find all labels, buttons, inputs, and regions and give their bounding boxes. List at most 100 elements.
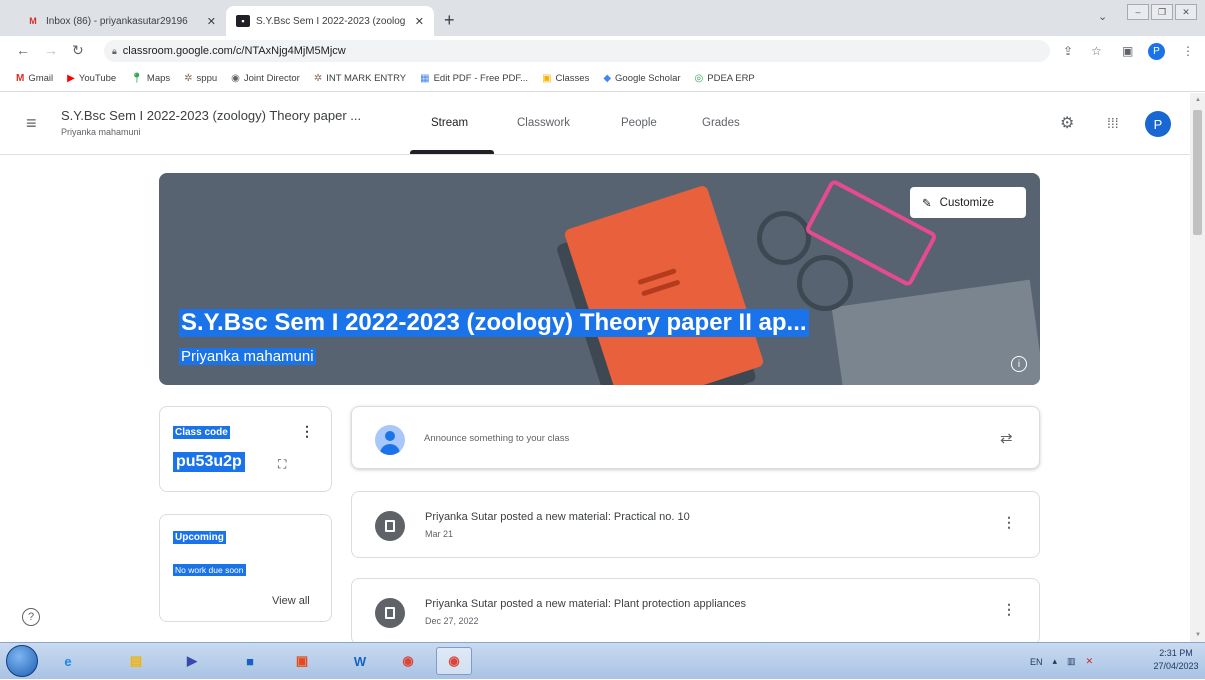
bookmark-joint-director[interactable]: ◉ Joint Director xyxy=(231,73,300,84)
volume-muted-icon[interactable]: ✕ xyxy=(1086,656,1094,667)
chrome-active-icon[interactable]: ◉ xyxy=(436,647,472,675)
scroll-down-arrow-icon[interactable]: ▼ xyxy=(1195,632,1201,638)
apps-grid-icon[interactable]: ⁞⁞⁞ xyxy=(1107,115,1119,131)
chrome-icon[interactable]: ◉ xyxy=(390,647,426,675)
erp-icon: ◎ xyxy=(694,73,704,84)
bookmark-edit-pdf[interactable]: ▦ Edit PDF - Free PDF... xyxy=(420,73,528,84)
browser-profile-avatar[interactable]: P xyxy=(1148,43,1165,60)
minimize-icon[interactable]: – xyxy=(1127,4,1149,20)
help-icon[interactable]: ? xyxy=(22,608,40,626)
material-icon xyxy=(375,511,405,541)
tab-grades[interactable]: Grades xyxy=(702,117,740,129)
more-options-icon[interactable]: ⋮ xyxy=(1002,514,1016,531)
announce-box[interactable]: Announce something to your class ⇄ xyxy=(351,406,1040,469)
bookmark-sppu[interactable]: ✲ sppu xyxy=(184,73,217,84)
view-all-link[interactable]: View all xyxy=(272,595,310,607)
scrollbar-thumb[interactable] xyxy=(1193,110,1202,235)
tab-stream[interactable]: Stream xyxy=(431,117,468,129)
tab-classwork[interactable]: Classwork xyxy=(517,117,570,129)
bookmark-classes[interactable]: ▣ Classes xyxy=(542,73,589,84)
media-player-icon[interactable]: ▶ xyxy=(174,647,210,675)
bookmarks-bar: M Gmail ▶ YouTube 📍︎ Maps ✲ sppu ◉ Joint Dire… xyxy=(0,66,1205,92)
word-icon[interactable]: W xyxy=(342,647,378,675)
bookmark-google-scholar[interactable]: ◆ Google Scholar xyxy=(603,73,680,84)
address-bar[interactable]: 🔒︎ classroom.google.com/c/NTAxNjg4MjM5Mj… xyxy=(104,40,1050,62)
bookmark-pdea-erp[interactable]: ◎ PDEA ERP xyxy=(695,73,755,84)
class-code-value: pu53u2p xyxy=(173,452,245,472)
class-info-icon[interactable]: i xyxy=(1011,356,1027,372)
back-icon[interactable]: ← xyxy=(16,42,30,58)
lock-icon: 🔒︎ xyxy=(112,45,117,56)
close-window-icon[interactable]: ✕ xyxy=(1175,4,1197,20)
file-explorer-icon[interactable]: ▤ xyxy=(118,647,154,675)
network-icon[interactable]: ▥ xyxy=(1067,656,1076,667)
stream-post[interactable]: Priyanka Sutar posted a new material: Pr… xyxy=(351,491,1040,558)
zoom-icon[interactable]: ■ xyxy=(232,647,268,675)
repost-icon[interactable]: ⇄ xyxy=(1000,429,1013,447)
url-text: classroom.google.com/c/NTAxNjg4MjM5Mjcw xyxy=(122,45,346,57)
windows-taskbar: e ▤ ▶ ■ ▣ W ◉ ◉ EN ▴ ▥ ✕ 2:31 PM 27/04/2… xyxy=(0,642,1205,679)
tab-people[interactable]: People xyxy=(621,117,657,129)
window-controls: – ❐ ✕ xyxy=(1127,4,1197,20)
class-code-label: Class code xyxy=(173,426,230,439)
tab-gmail[interactable]: M Inbox (86) - priyankasutar29196 ✕ xyxy=(16,6,226,36)
banner-newspaper-illustration xyxy=(831,279,1040,385)
upcoming-card: Upcoming No work due soon View all xyxy=(159,514,332,622)
browser-tabstrip: M Inbox (86) - priyankasutar29196 ✕ ▪ S.… xyxy=(0,0,1205,36)
tab-search-icon[interactable]: ⌄ xyxy=(1098,10,1107,23)
start-button[interactable] xyxy=(6,645,38,677)
scholar-icon: ◆ xyxy=(603,73,612,84)
scroll-up-arrow-icon[interactable]: ▲ xyxy=(1195,97,1201,103)
bookmark-youtube[interactable]: ▶ YouTube xyxy=(67,73,116,84)
side-panel-icon[interactable]: ▣ xyxy=(1122,44,1133,58)
pencil-icon: ✎ xyxy=(922,197,932,210)
fullscreen-icon[interactable]: ⛶ xyxy=(278,457,286,472)
system-clock[interactable]: 2:31 PM 27/04/2023 xyxy=(1150,647,1202,673)
clock-date: 27/04/2023 xyxy=(1153,661,1199,671)
banner-class-title: S.Y.Bsc Sem I 2022-2023 (zoology) Theory… xyxy=(179,309,809,337)
bookmark-gmail[interactable]: M Gmail xyxy=(16,73,53,84)
more-options-icon[interactable]: ⋮ xyxy=(300,423,314,440)
settings-gear-icon[interactable]: ⚙ xyxy=(1060,113,1074,133)
share-icon[interactable]: ⇪ xyxy=(1063,44,1073,58)
classroom-header: ≡ S.Y.Bsc Sem I 2022-2023 (zoology) Theo… xyxy=(0,93,1190,155)
post-date: Mar 21 xyxy=(425,529,454,539)
customize-button[interactable]: ✎ Customize xyxy=(910,187,1026,218)
restore-icon[interactable]: ❐ xyxy=(1151,4,1173,20)
account-avatar[interactable]: P xyxy=(1145,111,1171,137)
class-title[interactable]: S.Y.Bsc Sem I 2022-2023 (zoology) Theory… xyxy=(61,108,361,123)
pdf-icon: ▦ xyxy=(420,73,430,84)
close-icon[interactable]: ✕ xyxy=(415,15,424,28)
new-tab-icon[interactable]: + xyxy=(444,10,455,31)
banner-glasses-illustration xyxy=(757,211,811,265)
stream-post[interactable]: Priyanka Sutar posted a new material: Pl… xyxy=(351,578,1040,645)
post-date: Dec 27, 2022 xyxy=(425,616,479,626)
bookmark-star-icon[interactable]: ☆ xyxy=(1091,44,1102,58)
class-teacher: Priyanka mahamuni xyxy=(61,127,141,137)
more-options-icon[interactable]: ⋮ xyxy=(1002,601,1016,618)
announce-placeholder: Announce something to your class xyxy=(424,433,570,444)
show-hidden-icons-icon[interactable]: ▴ xyxy=(1053,656,1058,667)
sppu-icon: ✲ xyxy=(184,73,193,84)
globe-icon: ◉ xyxy=(231,73,240,84)
close-icon[interactable]: ✕ xyxy=(207,15,216,28)
gmail-icon: M xyxy=(29,16,37,26)
bookmark-maps[interactable]: 📍︎ Maps xyxy=(130,73,170,84)
classroom-icon: ▣ xyxy=(542,73,552,84)
paint-icon[interactable]: ▣ xyxy=(284,647,320,675)
no-work-text: No work due soon xyxy=(173,564,246,576)
gmail-icon: M xyxy=(16,73,25,84)
internet-explorer-icon[interactable]: e xyxy=(50,647,86,675)
browser-toolbar: ← → ↻ 🔒︎ classroom.google.com/c/NTAxNjg4… xyxy=(0,36,1205,66)
reload-icon[interactable]: ↻ xyxy=(72,42,84,59)
banner-glasses-illustration xyxy=(797,255,853,311)
bookmark-int-mark-entry[interactable]: ✲ INT MARK ENTRY xyxy=(314,73,406,84)
system-tray: EN ▴ ▥ ✕ xyxy=(1030,643,1093,680)
main-menu-icon[interactable]: ≡ xyxy=(26,113,37,134)
forward-icon[interactable]: → xyxy=(44,42,58,58)
maps-icon: 📍︎ xyxy=(130,73,143,84)
language-indicator[interactable]: EN xyxy=(1030,657,1043,667)
classroom-icon: ▪ xyxy=(236,15,250,27)
tab-classroom[interactable]: ▪ S.Y.Bsc Sem I 2022-2023 (zoolog ✕ xyxy=(226,6,434,36)
browser-menu-icon[interactable]: ⋮ xyxy=(1182,44,1194,58)
